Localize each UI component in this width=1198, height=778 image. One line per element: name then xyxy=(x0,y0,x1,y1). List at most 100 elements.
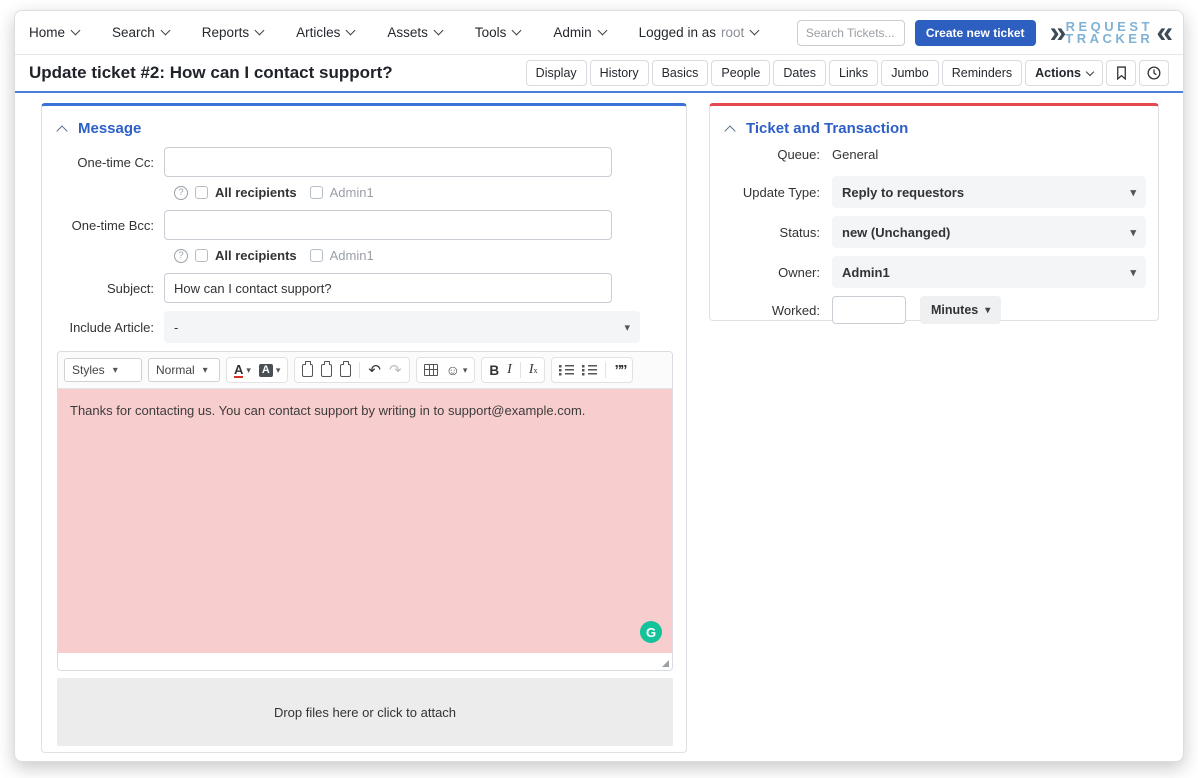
owner-label: Owner: xyxy=(710,265,832,280)
chevron-down-icon xyxy=(1086,67,1094,75)
nav-admin[interactable]: Admin xyxy=(553,25,605,40)
emoji-button[interactable]: ☺▾ xyxy=(446,362,468,378)
owner-select[interactable]: Admin1 ▾ xyxy=(832,256,1146,288)
nav-search-label: Search xyxy=(112,25,155,40)
include-article-select[interactable]: - ▾ xyxy=(164,311,640,343)
tab-dates[interactable]: Dates xyxy=(773,60,826,86)
chevron-down-icon xyxy=(597,26,607,36)
timer-button[interactable] xyxy=(1139,60,1169,86)
ticket-tabs: Display History Basics People Dates Link… xyxy=(526,60,1169,86)
bcc-recipients-row: ? All recipients Admin1 xyxy=(174,248,686,263)
nav-articles-label: Articles xyxy=(296,25,340,40)
update-type-select[interactable]: Reply to requestors ▾ xyxy=(832,176,1146,208)
logo-word-tracker: TRACKER xyxy=(1065,33,1153,45)
chevron-down-icon: ▾ xyxy=(276,365,281,376)
nav-assets-label: Assets xyxy=(387,25,428,40)
worked-input[interactable] xyxy=(832,296,906,324)
remove-format-button[interactable]: Ix xyxy=(529,362,538,378)
grammarly-icon[interactable]: G xyxy=(640,621,662,643)
search-tickets-input[interactable] xyxy=(797,20,905,46)
tab-reminders[interactable]: Reminders xyxy=(942,60,1022,86)
resize-handle-icon[interactable] xyxy=(662,660,669,667)
tab-jumbo[interactable]: Jumbo xyxy=(881,60,939,86)
redo-button[interactable]: ↷ xyxy=(389,361,402,379)
tab-history[interactable]: History xyxy=(590,60,649,86)
emoji-icon: ☺ xyxy=(446,362,460,378)
paste-plain-text-button[interactable] xyxy=(321,364,332,377)
cc-all-recipients-checkbox[interactable] xyxy=(195,186,208,199)
clipboard-group: ↶ ↷ xyxy=(294,357,409,383)
tab-basics[interactable]: Basics xyxy=(652,60,709,86)
background-color-button[interactable]: A▾ xyxy=(259,364,280,377)
cc-admin1-checkbox[interactable] xyxy=(310,186,323,199)
paste-button[interactable] xyxy=(302,364,313,377)
message-section-title: Message xyxy=(78,120,141,137)
worked-unit-select[interactable]: Minutes ▾ xyxy=(920,296,1001,324)
logged-in-menu[interactable]: Logged in as root xyxy=(639,25,759,40)
ticket-section-header[interactable]: Ticket and Transaction xyxy=(710,106,1158,147)
message-body-text: Thanks for contacting us. You can contac… xyxy=(70,403,585,418)
nav-tools[interactable]: Tools xyxy=(475,25,521,40)
help-icon[interactable]: ? xyxy=(174,186,188,200)
nav-assets[interactable]: Assets xyxy=(387,25,442,40)
clock-icon xyxy=(1147,66,1161,80)
status-label: Status: xyxy=(710,225,832,240)
subject-label: Subject: xyxy=(42,281,164,296)
include-article-value: - xyxy=(174,320,178,335)
numbered-list-button[interactable] xyxy=(559,364,574,376)
bookmark-button[interactable] xyxy=(1106,60,1136,86)
numbered-list-icon xyxy=(559,364,574,376)
insert-table-button[interactable] xyxy=(424,364,438,376)
bcc-all-recipients-checkbox[interactable] xyxy=(195,249,208,262)
worked-unit-value: Minutes xyxy=(931,303,978,317)
message-section-header[interactable]: Message xyxy=(42,106,686,147)
one-time-bcc-input[interactable] xyxy=(164,210,612,240)
nav-reports[interactable]: Reports xyxy=(202,25,263,40)
text-color-button[interactable]: A▾ xyxy=(234,363,251,378)
bcc-admin1-checkbox[interactable] xyxy=(310,249,323,262)
nav-home[interactable]: Home xyxy=(29,25,79,40)
message-panel: Message One-time Cc: ? All recipients Ad… xyxy=(41,103,687,753)
bookmark-icon xyxy=(1115,66,1128,80)
nav-articles[interactable]: Articles xyxy=(296,25,354,40)
update-type-value: Reply to requestors xyxy=(842,185,964,200)
page-title: Update ticket #2: How can I contact supp… xyxy=(29,63,393,83)
attachment-dropzone[interactable]: Drop files here or click to attach xyxy=(57,678,673,746)
undo-icon: ↶ xyxy=(368,361,381,379)
tab-actions[interactable]: Actions xyxy=(1025,60,1103,86)
status-select[interactable]: new (Unchanged) ▾ xyxy=(832,216,1146,248)
undo-button[interactable]: ↶ xyxy=(368,361,381,379)
blockquote-button[interactable]: ”” xyxy=(614,362,625,379)
tab-people[interactable]: People xyxy=(711,60,770,86)
italic-button[interactable]: I xyxy=(507,362,512,378)
styles-dropdown[interactable]: Styles▾ xyxy=(64,358,142,382)
tab-display[interactable]: Display xyxy=(526,60,587,86)
editor-content-area[interactable]: Thanks for contacting us. You can contac… xyxy=(58,389,672,653)
tab-actions-label: Actions xyxy=(1035,66,1081,80)
bcc-admin1-label: Admin1 xyxy=(330,248,374,263)
paste-from-word-button[interactable] xyxy=(340,364,351,377)
update-type-label: Update Type: xyxy=(710,185,832,200)
bcc-all-recipients-label: All recipients xyxy=(215,248,297,263)
subject-input[interactable] xyxy=(164,273,612,303)
navbar-right: Create new ticket » REQUEST TRACKER « xyxy=(797,20,1169,46)
bullet-list-button[interactable] xyxy=(582,364,597,376)
status-value: new (Unchanged) xyxy=(842,225,950,240)
tab-links[interactable]: Links xyxy=(829,60,878,86)
toolbar-divider xyxy=(359,362,360,378)
toolbar-divider xyxy=(605,362,606,378)
list-group: ”” xyxy=(551,357,633,383)
chevron-down-icon: ▾ xyxy=(1130,186,1136,199)
color-group: A▾ A▾ xyxy=(226,357,288,383)
paste-from-word-icon xyxy=(340,364,351,377)
bullet-list-icon xyxy=(582,364,597,376)
help-icon[interactable]: ? xyxy=(174,249,188,263)
request-tracker-logo: » REQUEST TRACKER « xyxy=(1050,20,1169,46)
queue-label: Queue: xyxy=(710,147,832,162)
one-time-cc-input[interactable] xyxy=(164,147,612,177)
nav-search[interactable]: Search xyxy=(112,25,169,40)
bold-button[interactable]: B xyxy=(489,363,499,378)
paragraph-format-dropdown[interactable]: Normal▾ xyxy=(148,358,220,382)
create-new-ticket-button[interactable]: Create new ticket xyxy=(915,20,1036,46)
app-window: Home Search Reports Articles Assets Tool… xyxy=(14,10,1184,762)
